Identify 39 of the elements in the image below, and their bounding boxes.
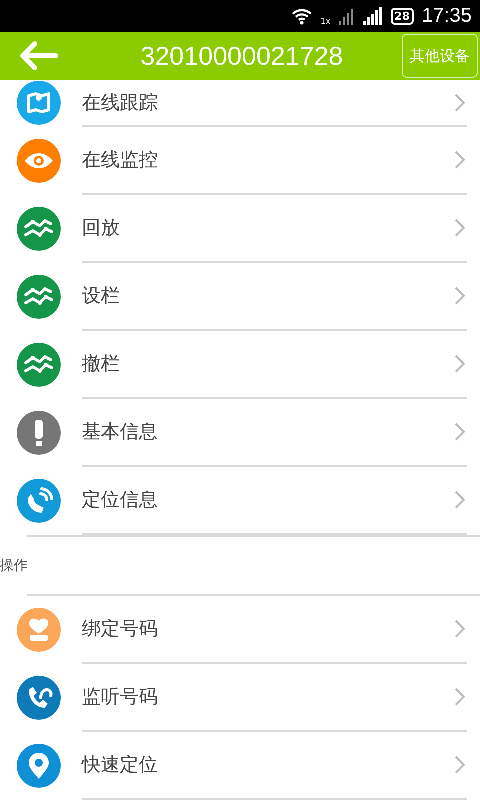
chevron-icon (453, 687, 467, 707)
menu-item[interactable]: 基本信息 (0, 399, 480, 467)
chevron-icon (453, 354, 467, 374)
menu-item[interactable]: 撤栏 (0, 331, 480, 399)
battery-level: 28 (390, 8, 414, 24)
menu-item[interactable]: 监听号码 (0, 664, 480, 732)
chevron-icon (453, 755, 467, 775)
menu-item[interactable]: 设栏 (0, 263, 480, 331)
device-id-title: 32010000021728 (140, 40, 344, 72)
section-title: 操作 (0, 556, 28, 574)
menu-label: 绑定号码 (82, 617, 159, 642)
menu-label: 监听号码 (82, 685, 159, 710)
menu-item[interactable]: 定位信息 (0, 467, 480, 535)
menu-item[interactable]: 绑定号码 (0, 596, 480, 664)
menu-label: 撤栏 (82, 352, 121, 377)
menu-label: 在线监控 (82, 148, 159, 173)
menu-label: 回放 (82, 216, 121, 241)
signal-bars-icon (362, 7, 383, 25)
back-arrow-icon[interactable] (18, 41, 58, 71)
wifi-icon (290, 7, 313, 25)
chevron-icon (453, 218, 467, 238)
network-type: 1x (320, 17, 331, 26)
menu-label: 基本信息 (82, 420, 159, 445)
clock: 17:35 (422, 4, 472, 28)
menu-label: 快速定位 (82, 753, 159, 778)
chevron-icon (453, 286, 467, 306)
signal-bars-icon (338, 7, 355, 25)
chevron-icon (453, 490, 467, 510)
menu-label: 在线跟踪 (82, 90, 159, 116)
menu-item[interactable]: 快速定位 (0, 732, 480, 800)
menu-label: 定位信息 (82, 488, 159, 513)
menu-item[interactable]: 在线监控 (0, 127, 480, 195)
menu-item[interactable]: 在线跟踪 (0, 80, 480, 127)
chevron-icon (453, 150, 467, 170)
chevron-icon (453, 619, 467, 639)
chevron-icon (453, 92, 467, 112)
menu-item[interactable]: 回放 (0, 195, 480, 263)
menu-label: 设栏 (82, 284, 121, 309)
chevron-icon (453, 422, 467, 442)
